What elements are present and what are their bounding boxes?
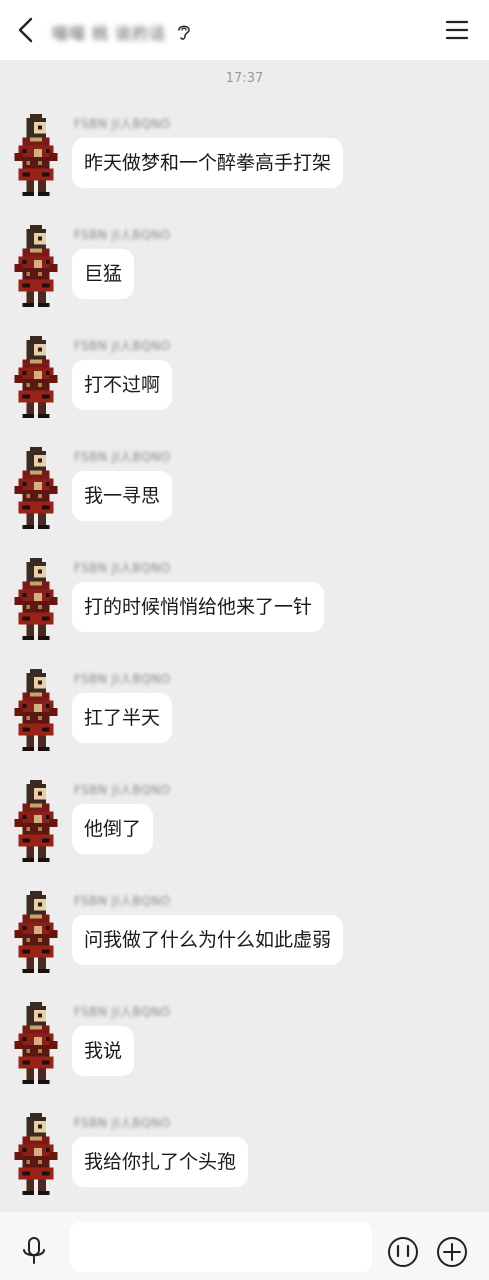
message-timestamp: 17:37 bbox=[225, 71, 264, 86]
sender-name: FSBN JI人BQNO bbox=[74, 1005, 171, 1019]
chevron-left-icon[interactable] bbox=[12, 15, 42, 45]
avatar[interactable] bbox=[14, 558, 62, 644]
avatar[interactable] bbox=[14, 447, 62, 533]
avatar[interactable] bbox=[14, 891, 62, 977]
emoji-icon[interactable] bbox=[386, 1234, 420, 1270]
sender-name: FSBN JI人BQNO bbox=[74, 1116, 171, 1130]
message-row: FSBN JI人BQNO 他倒了 bbox=[0, 780, 489, 876]
message-bubble[interactable]: 扛了半天 bbox=[72, 693, 173, 743]
sender-name: FSBN JI人BQNO bbox=[74, 339, 171, 353]
avatar[interactable] bbox=[14, 1113, 62, 1199]
message-bubble[interactable]: 我给你扎了个头孢 bbox=[72, 1137, 249, 1187]
sender-name: FSBN JI人BQNO bbox=[74, 672, 171, 686]
message-row: FSBN JI人BQNO 昨天做梦和一个醉拳高手打架 bbox=[0, 114, 489, 210]
message-bubble[interactable]: 问我做了什么为什么如此虚弱 bbox=[72, 915, 344, 965]
message-row: FSBN JI人BQNO 我给你扎了个头孢 bbox=[0, 1113, 489, 1209]
message-bubble[interactable]: 巨猛 bbox=[72, 249, 135, 299]
sender-name: FSBN JI人BQNO bbox=[74, 228, 171, 242]
chat-title: 喵喵 桃 说的话 bbox=[52, 24, 167, 43]
sender-name: FSBN JI人BQNO bbox=[74, 783, 171, 797]
microphone-icon[interactable] bbox=[20, 1236, 48, 1266]
message-row: FSBN JI人BQNO 打的时候悄悄给他来了一针 bbox=[0, 558, 489, 654]
chat-title-wrap: 喵喵 桃 说的话 bbox=[52, 20, 192, 44]
message-row: FSBN JI人BQNO 我说 bbox=[0, 1002, 489, 1098]
message-bubble[interactable]: 打不过啊 bbox=[72, 360, 173, 410]
message-row: FSBN JI人BQNO 问我做了什么为什么如此虚弱 bbox=[0, 891, 489, 987]
message-row: FSBN JI人BQNO 巨猛 bbox=[0, 225, 489, 321]
avatar[interactable] bbox=[14, 114, 62, 200]
avatar[interactable] bbox=[14, 336, 62, 422]
sender-name: FSBN JI人BQNO bbox=[74, 561, 171, 575]
avatar[interactable] bbox=[14, 1002, 62, 1088]
hamburger-menu-icon[interactable] bbox=[445, 19, 469, 41]
sender-name: FSBN JI人BQNO bbox=[74, 450, 171, 464]
message-row: FSBN JI人BQNO 打不过啊 bbox=[0, 336, 489, 432]
top-bar: 喵喵 桃 说的话 bbox=[0, 0, 489, 60]
avatar[interactable] bbox=[14, 669, 62, 755]
message-bubble[interactable]: 打的时候悄悄给他来了一针 bbox=[72, 582, 325, 632]
message-bubble[interactable]: 我说 bbox=[72, 1026, 135, 1076]
message-bubble[interactable]: 他倒了 bbox=[72, 804, 154, 854]
message-row: FSBN JI人BQNO 我一寻思 bbox=[0, 447, 489, 543]
message-bubble[interactable]: 昨天做梦和一个醉拳高手打架 bbox=[72, 138, 344, 188]
ear-icon[interactable] bbox=[176, 22, 192, 42]
message-input[interactable] bbox=[70, 1222, 372, 1272]
avatar[interactable] bbox=[14, 225, 62, 311]
plus-icon[interactable] bbox=[435, 1234, 469, 1270]
bottom-input-bar bbox=[0, 1212, 489, 1280]
message-row: FSBN JI人BQNO 扛了半天 bbox=[0, 669, 489, 765]
avatar[interactable] bbox=[14, 780, 62, 866]
sender-name: FSBN JI人BQNO bbox=[74, 117, 171, 131]
message-bubble[interactable]: 我一寻思 bbox=[72, 471, 173, 521]
sender-name: FSBN JI人BQNO bbox=[74, 894, 171, 908]
